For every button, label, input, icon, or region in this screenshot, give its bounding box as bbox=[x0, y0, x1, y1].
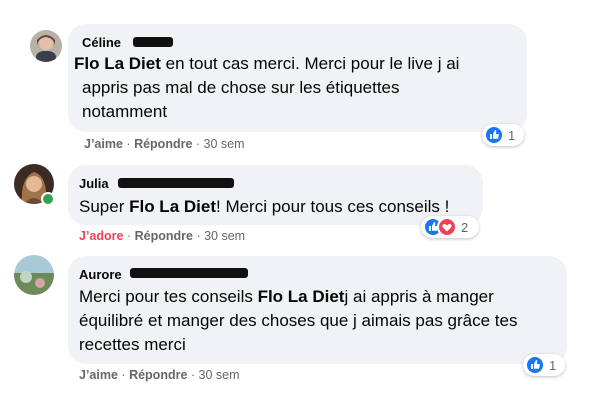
reaction-summary[interactable]: 2 bbox=[421, 216, 479, 238]
comment-author[interactable]: Julia bbox=[79, 176, 109, 191]
love-icon bbox=[437, 217, 457, 237]
reaction-count: 1 bbox=[549, 357, 557, 373]
comment-bubble: Julia Super Flo La Diet! Merci pour tous… bbox=[68, 165, 483, 225]
comment-text: Merci pour tes conseils Flo La Dietj ai … bbox=[79, 287, 518, 354]
comment-actions: J’aime · Répondre · 30 sem bbox=[79, 368, 240, 382]
comment-celine: Céline Flo La Diet en tout cas merci. Me… bbox=[0, 0, 593, 160]
mention-link[interactable]: Flo La Diet bbox=[74, 54, 161, 73]
reaction-summary[interactable]: 1 bbox=[482, 124, 524, 146]
like-icon bbox=[484, 125, 504, 145]
comment-bubble: Céline Flo La Diet en tout cas merci. Me… bbox=[68, 24, 527, 132]
mention-link[interactable]: Flo La Diet bbox=[129, 197, 216, 216]
comment-aurore: Aurore Merci pour tes conseils Flo La Di… bbox=[0, 250, 593, 414]
redaction-mark bbox=[118, 178, 234, 188]
reply-button[interactable]: Répondre bbox=[129, 368, 187, 382]
avatar[interactable] bbox=[30, 30, 62, 62]
like-icon bbox=[525, 355, 545, 375]
redaction-mark bbox=[133, 37, 173, 47]
reaction-count: 1 bbox=[508, 127, 516, 143]
reaction-count: 2 bbox=[461, 219, 469, 235]
reply-button[interactable]: Répondre bbox=[135, 229, 193, 243]
timestamp[interactable]: 30 sem bbox=[204, 229, 245, 243]
comment-author[interactable]: Aurore bbox=[79, 267, 122, 282]
redaction-mark bbox=[130, 268, 248, 278]
reply-button[interactable]: Répondre bbox=[134, 137, 192, 151]
comment-bubble: Aurore Merci pour tes conseils Flo La Di… bbox=[68, 256, 567, 364]
comment-author[interactable]: Céline bbox=[82, 35, 121, 50]
reaction-summary[interactable]: 1 bbox=[523, 354, 565, 376]
comment-actions: J’adore · Répondre · 30 sem bbox=[79, 229, 246, 243]
comment-text: Flo La Diet en tout cas merci. Merci pou… bbox=[74, 54, 460, 121]
comment-julia: Julia Super Flo La Diet! Merci pour tous… bbox=[0, 160, 593, 250]
love-reaction-button[interactable]: J’adore bbox=[79, 229, 123, 243]
comment-actions: J’aime · Répondre · 30 sem bbox=[84, 137, 245, 151]
mention-link[interactable]: Flo La Diet bbox=[258, 287, 345, 306]
online-status-dot bbox=[41, 192, 55, 206]
like-button[interactable]: J’aime bbox=[79, 368, 118, 382]
timestamp[interactable]: 30 sem bbox=[199, 368, 240, 382]
comment-text: Super Flo La Diet! Merci pour tous ces c… bbox=[79, 197, 450, 216]
avatar[interactable] bbox=[14, 255, 54, 295]
timestamp[interactable]: 30 sem bbox=[204, 137, 245, 151]
like-button[interactable]: J’aime bbox=[84, 137, 123, 151]
